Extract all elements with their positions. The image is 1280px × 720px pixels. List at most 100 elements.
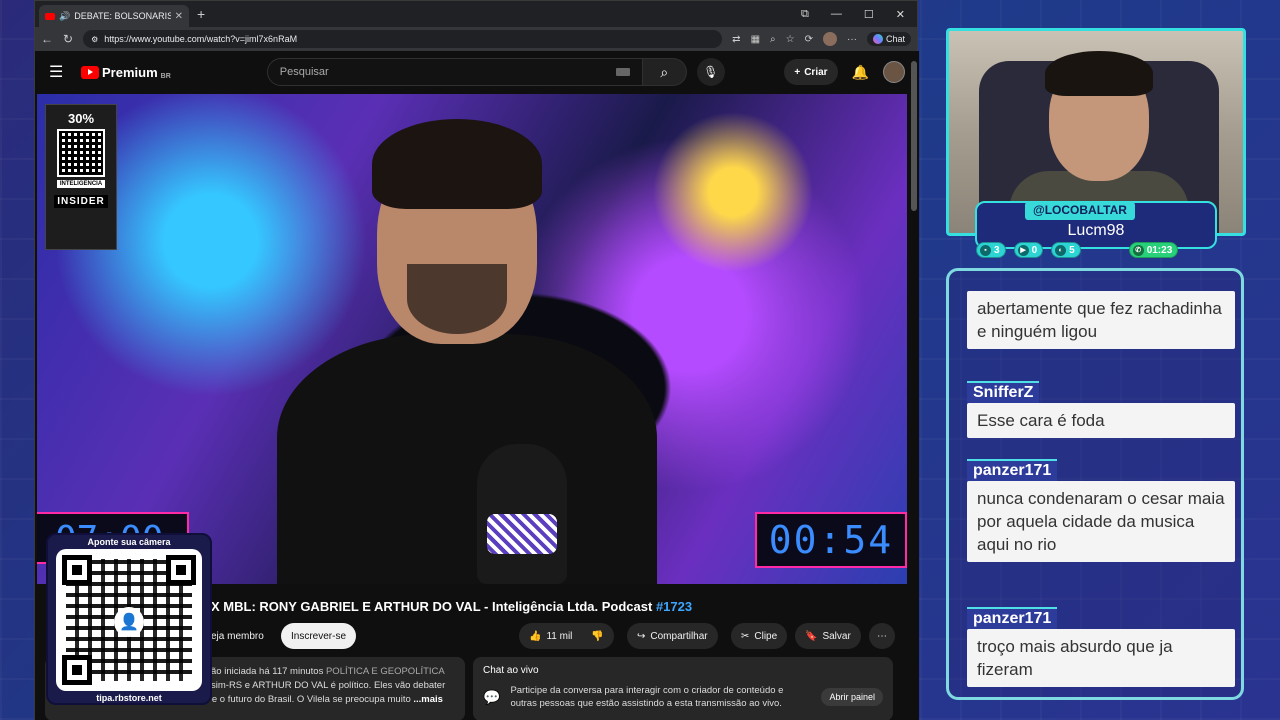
region-code: BR: [160, 72, 171, 80]
thumbs-up-icon: 👍: [529, 630, 542, 642]
ad-qr-code: [57, 129, 105, 177]
back-icon[interactable]: ←: [41, 32, 53, 46]
clip-label: Clipe: [754, 630, 778, 642]
speaker-icon[interactable]: 🔊: [59, 11, 70, 22]
chat-message-text: abertamente que fez rachadinha e ninguém…: [967, 291, 1235, 349]
minimize-icon[interactable]: —: [831, 8, 842, 21]
chat-label: Chat: [885, 34, 905, 44]
more-actions-button[interactable]: ⋯: [869, 623, 895, 649]
bookmark-icon: 🔖: [805, 630, 818, 642]
desc-stream-info: ão iniciada há 117 minutos: [211, 666, 324, 677]
save-button[interactable]: 🔖 Salvar: [795, 623, 861, 649]
whatsapp-icon: ✆: [1132, 244, 1144, 256]
more-horizontal-icon: ⋯: [877, 630, 887, 642]
reload-icon[interactable]: ↻: [63, 32, 73, 46]
chat-message: panzer171 troço mais absurdo que ja fize…: [967, 607, 1235, 687]
youtube-icon: ▶: [1017, 244, 1029, 256]
video-hashtag[interactable]: #1723: [656, 599, 692, 614]
tab-bar: 🔊 DEBATE: BOLSONARISTA X M ✕ + ⧉ — ☐ ✕: [35, 1, 917, 27]
stat-other: ◐ 5: [1051, 242, 1081, 258]
microphone-band: [487, 514, 557, 554]
subscribe-button[interactable]: Inscrever-se: [281, 623, 357, 649]
browser-tab[interactable]: 🔊 DEBATE: BOLSONARISTA X M ✕: [39, 5, 189, 27]
copilot-icon: [872, 34, 883, 44]
chat-message-text: Esse cara é foda: [967, 403, 1235, 438]
ad-coupon: INTELIGENCIA: [56, 180, 106, 188]
copilot-chat-button[interactable]: Chat: [866, 32, 911, 46]
voice-search-button[interactable]: 🎙: [696, 58, 725, 86]
youtube-favicon-icon: [45, 12, 55, 20]
stat-youtube: ▶ 0: [1013, 242, 1044, 258]
account-avatar[interactable]: [883, 61, 905, 83]
apps-icon[interactable]: ▦: [751, 34, 760, 45]
mic-icon: 🎙: [703, 65, 719, 79]
restore-icon[interactable]: ⧉: [801, 8, 809, 21]
ad-brand: INSIDER: [54, 195, 108, 208]
maximize-icon[interactable]: ☐: [864, 8, 874, 21]
chat-bubble-icon: 💬: [483, 688, 501, 705]
thumbs-down-icon[interactable]: 👎: [591, 631, 603, 642]
keyboard-icon[interactable]: [615, 68, 630, 76]
video-player[interactable]: 30% INTELIGENCIA INSIDER 07:00 00:54: [37, 94, 907, 584]
chat-message-text: nunca condenaram o cesar maia por aquela…: [967, 481, 1235, 562]
url-text: https://www.youtube.com/watch?v=jiml7x6n…: [104, 34, 298, 44]
notifications-bell-icon[interactable]: 🔔: [852, 64, 869, 81]
right-timer: 00:54: [755, 512, 907, 568]
create-label: Criar: [804, 66, 828, 78]
url-field[interactable]: ⚙ https://www.youtube.com/watch?v=jiml7x…: [83, 30, 723, 48]
youtube-play-icon: [81, 65, 99, 79]
chat-icon: ▪: [980, 244, 991, 256]
favorite-star-icon[interactable]: ☆: [786, 34, 795, 45]
page-scrollbar[interactable]: [911, 61, 917, 211]
search-input[interactable]: Pesquisar: [266, 58, 643, 86]
more-icon[interactable]: ···: [847, 34, 857, 45]
menu-icon[interactable]: ☰: [49, 62, 69, 82]
search-icon: ⌕: [660, 63, 669, 80]
youtube-header: ☰ Premium BR Pesquisar ⌕ 🎙 + Criar 🔔: [35, 51, 919, 93]
chat-message: panzer171 nunca condenaram o cesar maia …: [967, 459, 1235, 562]
open-panel-button[interactable]: Abrir painel: [821, 688, 883, 706]
streamer-handle: @LOCOBALTAR: [1025, 202, 1135, 220]
kick-icon: ◐: [1055, 244, 1067, 256]
share-button[interactable]: ↪ Compartilhar: [627, 623, 718, 649]
address-bar: ← ↻ ⚙ https://www.youtube.com/watch?v=ji…: [35, 27, 917, 51]
share-icon: ↪: [637, 630, 646, 642]
stream-stats: ▪ 3 ▶ 0 ◐ 5 ✆ 01:23: [976, 242, 1179, 258]
podcast-guest: [257, 104, 677, 584]
plus-icon: +: [794, 66, 801, 78]
clip-button[interactable]: ✂ Clipe: [731, 623, 788, 649]
chat-message: SnifferZ Esse cara é foda: [967, 381, 1235, 438]
show-more-link[interactable]: ...mais: [413, 694, 443, 705]
share-label: Compartilhar: [650, 630, 708, 642]
donation-qr-code: 👤: [56, 549, 202, 691]
desc-tag[interactable]: POLÍTICA E GEOPOLÍTICA: [326, 666, 445, 677]
video-title-text: X MBL: RONY GABRIEL E ARTHUR DO VAL - In…: [211, 599, 656, 614]
profile-avatar[interactable]: [822, 32, 837, 46]
tab-close-icon[interactable]: ✕: [175, 11, 183, 22]
extensions-icon[interactable]: ⟳: [805, 34, 813, 45]
chat-username: panzer171: [967, 459, 1058, 481]
new-tab-button[interactable]: +: [197, 6, 205, 22]
close-window-icon[interactable]: ✕: [896, 8, 905, 21]
chat-message: abertamente que fez rachadinha e ninguém…: [967, 291, 1235, 349]
join-label: eja membro: [211, 630, 264, 642]
subscribe-label: Inscrever-se: [291, 630, 347, 642]
streamer-name: Lucm98: [1067, 222, 1125, 239]
scissors-icon: ✂: [741, 630, 750, 642]
youtube-logo[interactable]: Premium BR: [81, 65, 171, 80]
like-count: 11 mil: [546, 630, 573, 642]
translate-icon[interactable]: ⇄: [732, 34, 740, 45]
search-button[interactable]: ⌕: [642, 58, 687, 86]
stat-chat: ▪ 3: [976, 242, 1006, 258]
site-info-icon[interactable]: ⚙: [91, 35, 98, 44]
ad-discount: 30%: [67, 111, 95, 126]
chat-message-text: troço mais absurdo que ja fizeram: [967, 629, 1235, 687]
stat-time: ✆ 01:23: [1128, 242, 1179, 258]
head-profile-icon: 👤: [114, 607, 144, 637]
create-button[interactable]: + Criar: [784, 59, 838, 85]
zoom-icon[interactable]: ⌕: [770, 34, 776, 45]
chat-username: SnifferZ: [967, 381, 1040, 403]
search-placeholder: Pesquisar: [279, 66, 329, 78]
like-button[interactable]: 👍 11 mil 👎: [519, 623, 614, 649]
live-chat-title: Chat ao vivo: [483, 665, 539, 676]
